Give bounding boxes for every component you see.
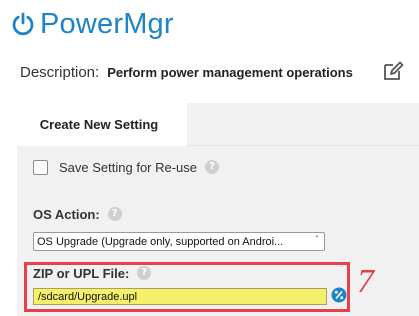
app-title: PowerMgr — [40, 7, 174, 40]
save-setting-row: Save Setting for Re-use ? — [33, 156, 220, 178]
zip-file-label-row: ZIP or UPL File: ? — [33, 264, 152, 282]
power-icon — [12, 12, 34, 36]
step-number-badge: 7 — [357, 263, 374, 300]
tab-label: Create New Setting — [39, 116, 159, 132]
os-action-label-row: OS Action: ? — [33, 204, 122, 224]
os-action-select[interactable]: OS Upgrade (Upgrade only, supported on A… — [33, 232, 325, 251]
help-icon[interactable]: ? — [137, 266, 152, 280]
save-setting-checkbox[interactable] — [33, 159, 48, 175]
zip-file-label: ZIP or UPL File: — [33, 265, 130, 281]
help-icon[interactable]: ? — [205, 160, 220, 174]
description-label: Description: — [20, 63, 100, 81]
description-row: Description: Perform power management op… — [20, 59, 410, 85]
chevron-down-icon: ˅ — [315, 235, 319, 244]
page: PowerMgr Description: Perform power mana… — [0, 0, 419, 316]
os-action-selected-value: OS Upgrade (Upgrade only, supported on A… — [37, 235, 284, 248]
tab-create-new-setting[interactable]: Create New Setting — [17, 103, 187, 147]
app-header: PowerMgr — [10, 4, 174, 44]
tab-bar: Create New Setting — [17, 103, 419, 147]
edit-icon[interactable] — [382, 60, 404, 82]
zip-file-input[interactable] — [33, 288, 327, 305]
percent-icon[interactable] — [331, 287, 347, 303]
help-icon[interactable]: ? — [107, 207, 122, 221]
save-setting-label: Save Setting for Re-use — [59, 159, 198, 175]
description-value: Perform power management operations — [107, 64, 353, 80]
os-action-label: OS Action: — [33, 206, 100, 222]
